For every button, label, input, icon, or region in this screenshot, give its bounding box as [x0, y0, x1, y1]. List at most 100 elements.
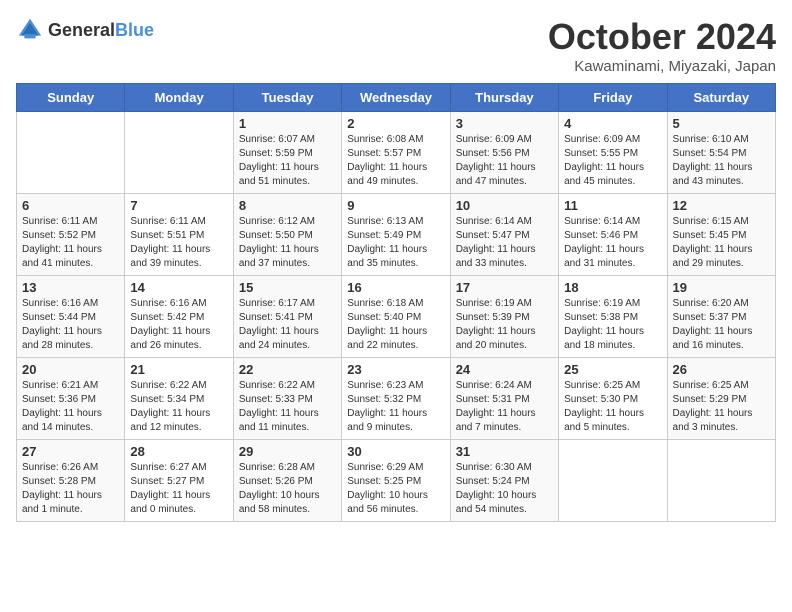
calendar-cell: 2 Sunrise: 6:08 AM Sunset: 5:57 PM Daylig… [342, 112, 450, 194]
calendar-cell: 19Sunrise: 6:20 AM Sunset: 5:37 PM Dayli… [667, 276, 775, 358]
calendar-cell: 4Sunrise: 6:09 AM Sunset: 5:55 PM Daylig… [559, 112, 667, 194]
day-info: Sunrise: 6:25 AM Sunset: 5:30 PM Dayligh… [564, 379, 661, 435]
logo-general: General [48, 20, 115, 40]
day-number: 20 [22, 362, 119, 377]
calendar-cell: 6Sunrise: 6:11 AM Sunset: 5:52 PM Daylig… [17, 194, 125, 276]
calendar-cell: 8 Sunrise: 6:12 AM Sunset: 5:50 PM Daylig… [233, 194, 341, 276]
day-info: Sunrise: 6:20 AM Sunset: 5:37 PM Dayligh… [673, 297, 770, 353]
day-number: 30 [347, 444, 444, 459]
weekday-header-monday: Monday [125, 84, 233, 112]
calendar-cell: 11Sunrise: 6:14 AM Sunset: 5:46 PM Dayli… [559, 194, 667, 276]
day-number: 25 [564, 362, 661, 377]
day-number: 2 [347, 116, 444, 131]
day-number: 26 [673, 362, 770, 377]
day-info: Sunrise: 6:19 AM Sunset: 5:39 PM Dayligh… [456, 297, 553, 353]
calendar-cell: 1 Sunrise: 6:07 AM Sunset: 5:59 PM Daylig… [233, 112, 341, 194]
day-info: Sunrise: 6:08 AM Sunset: 5:57 PM Dayligh… [347, 133, 444, 189]
calendar-cell: 31 Sunrise: 6:30 AM Sunset: 5:24 PM Dayli… [450, 440, 558, 522]
day-number: 8 [239, 198, 336, 213]
calendar-cell: 25 Sunrise: 6:25 AM Sunset: 5:30 PM Dayli… [559, 358, 667, 440]
calendar-week-1: 6Sunrise: 6:11 AM Sunset: 5:52 PM Daylig… [17, 194, 776, 276]
day-info: Sunrise: 6:13 AM Sunset: 5:49 PM Dayligh… [347, 215, 444, 271]
day-number: 5 [673, 116, 770, 131]
day-info: Sunrise: 6:17 AM Sunset: 5:41 PM Dayligh… [239, 297, 336, 353]
page-header: GeneralBlue October 2024 Kawaminami, Miy… [16, 16, 776, 75]
day-number: 23 [347, 362, 444, 377]
day-number: 3 [456, 116, 553, 131]
day-number: 27 [22, 444, 119, 459]
day-number: 15 [239, 280, 336, 295]
day-number: 18 [564, 280, 661, 295]
location-title: Kawaminami, Miyazaki, Japan [548, 58, 776, 75]
day-info: Sunrise: 6:28 AM Sunset: 5:26 PM Dayligh… [239, 461, 336, 517]
calendar-cell [559, 440, 667, 522]
calendar-cell: 14 Sunrise: 6:16 AM Sunset: 5:42 PM Dayli… [125, 276, 233, 358]
day-info: Sunrise: 6:21 AM Sunset: 5:36 PM Dayligh… [22, 379, 119, 435]
day-number: 10 [456, 198, 553, 213]
calendar-cell: 23 Sunrise: 6:23 AM Sunset: 5:32 PM Dayli… [342, 358, 450, 440]
calendar-cell: 7 Sunrise: 6:11 AM Sunset: 5:51 PM Daylig… [125, 194, 233, 276]
day-info: Sunrise: 6:19 AM Sunset: 5:38 PM Dayligh… [564, 297, 661, 353]
calendar-cell: 26 Sunrise: 6:25 AM Sunset: 5:29 PM Dayli… [667, 358, 775, 440]
day-info: Sunrise: 6:16 AM Sunset: 5:44 PM Dayligh… [22, 297, 119, 353]
day-info: Sunrise: 6:25 AM Sunset: 5:29 PM Dayligh… [673, 379, 770, 435]
calendar-cell [667, 440, 775, 522]
calendar-cell: 22 Sunrise: 6:22 AM Sunset: 5:33 PM Dayli… [233, 358, 341, 440]
day-info: Sunrise: 6:22 AM Sunset: 5:33 PM Dayligh… [239, 379, 336, 435]
calendar-week-3: 20 Sunrise: 6:21 AM Sunset: 5:36 PM Dayli… [17, 358, 776, 440]
weekday-header-tuesday: Tuesday [233, 84, 341, 112]
day-info: Sunrise: 6:23 AM Sunset: 5:32 PM Dayligh… [347, 379, 444, 435]
calendar-cell: 15 Sunrise: 6:17 AM Sunset: 5:41 PM Dayli… [233, 276, 341, 358]
day-number: 16 [347, 280, 444, 295]
calendar-cell: 20 Sunrise: 6:21 AM Sunset: 5:36 PM Dayli… [17, 358, 125, 440]
calendar-cell [17, 112, 125, 194]
day-info: Sunrise: 6:15 AM Sunset: 5:45 PM Dayligh… [673, 215, 770, 271]
logo-icon [16, 16, 44, 44]
day-number: 22 [239, 362, 336, 377]
logo-blue: Blue [115, 20, 154, 40]
day-info: Sunrise: 6:12 AM Sunset: 5:50 PM Dayligh… [239, 215, 336, 271]
day-number: 17 [456, 280, 553, 295]
day-info: Sunrise: 6:16 AM Sunset: 5:42 PM Dayligh… [130, 297, 227, 353]
calendar-week-4: 27 Sunrise: 6:26 AM Sunset: 5:28 PM Dayli… [17, 440, 776, 522]
day-number: 14 [130, 280, 227, 295]
weekday-header-thursday: Thursday [450, 84, 558, 112]
day-number: 13 [22, 280, 119, 295]
calendar-cell [125, 112, 233, 194]
day-info: Sunrise: 6:30 AM Sunset: 5:24 PM Dayligh… [456, 461, 553, 517]
day-info: Sunrise: 6:09 AM Sunset: 5:56 PM Dayligh… [456, 133, 553, 189]
day-number: 29 [239, 444, 336, 459]
day-number: 7 [130, 198, 227, 213]
day-number: 9 [347, 198, 444, 213]
calendar-week-0: 1 Sunrise: 6:07 AM Sunset: 5:59 PM Daylig… [17, 112, 776, 194]
day-info: Sunrise: 6:29 AM Sunset: 5:25 PM Dayligh… [347, 461, 444, 517]
calendar-cell: 27 Sunrise: 6:26 AM Sunset: 5:28 PM Dayli… [17, 440, 125, 522]
calendar-body: 1 Sunrise: 6:07 AM Sunset: 5:59 PM Daylig… [17, 112, 776, 522]
logo: GeneralBlue [16, 16, 154, 44]
calendar-cell: 5 Sunrise: 6:10 AM Sunset: 5:54 PM Daylig… [667, 112, 775, 194]
day-number: 11 [564, 198, 661, 213]
calendar-header-row: SundayMondayTuesdayWednesdayThursdayFrid… [17, 84, 776, 112]
day-number: 1 [239, 116, 336, 131]
day-info: Sunrise: 6:22 AM Sunset: 5:34 PM Dayligh… [130, 379, 227, 435]
weekday-header-wednesday: Wednesday [342, 84, 450, 112]
day-info: Sunrise: 6:24 AM Sunset: 5:31 PM Dayligh… [456, 379, 553, 435]
day-info: Sunrise: 6:26 AM Sunset: 5:28 PM Dayligh… [22, 461, 119, 517]
calendar-cell: 17 Sunrise: 6:19 AM Sunset: 5:39 PM Dayli… [450, 276, 558, 358]
day-info: Sunrise: 6:07 AM Sunset: 5:59 PM Dayligh… [239, 133, 336, 189]
day-number: 4 [564, 116, 661, 131]
calendar-cell: 24 Sunrise: 6:24 AM Sunset: 5:31 PM Dayli… [450, 358, 558, 440]
day-number: 31 [456, 444, 553, 459]
title-block: October 2024 Kawaminami, Miyazaki, Japan [548, 16, 776, 75]
calendar-cell: 10Sunrise: 6:14 AM Sunset: 5:47 PM Dayli… [450, 194, 558, 276]
day-number: 6 [22, 198, 119, 213]
day-info: Sunrise: 6:27 AM Sunset: 5:27 PM Dayligh… [130, 461, 227, 517]
day-info: Sunrise: 6:11 AM Sunset: 5:51 PM Dayligh… [130, 215, 227, 271]
day-info: Sunrise: 6:10 AM Sunset: 5:54 PM Dayligh… [673, 133, 770, 189]
day-number: 24 [456, 362, 553, 377]
calendar-cell: 9 Sunrise: 6:13 AM Sunset: 5:49 PM Daylig… [342, 194, 450, 276]
weekday-header-saturday: Saturday [667, 84, 775, 112]
calendar-week-2: 13 Sunrise: 6:16 AM Sunset: 5:44 PM Dayli… [17, 276, 776, 358]
calendar-cell: 12 Sunrise: 6:15 AM Sunset: 5:45 PM Dayli… [667, 194, 775, 276]
day-number: 12 [673, 198, 770, 213]
